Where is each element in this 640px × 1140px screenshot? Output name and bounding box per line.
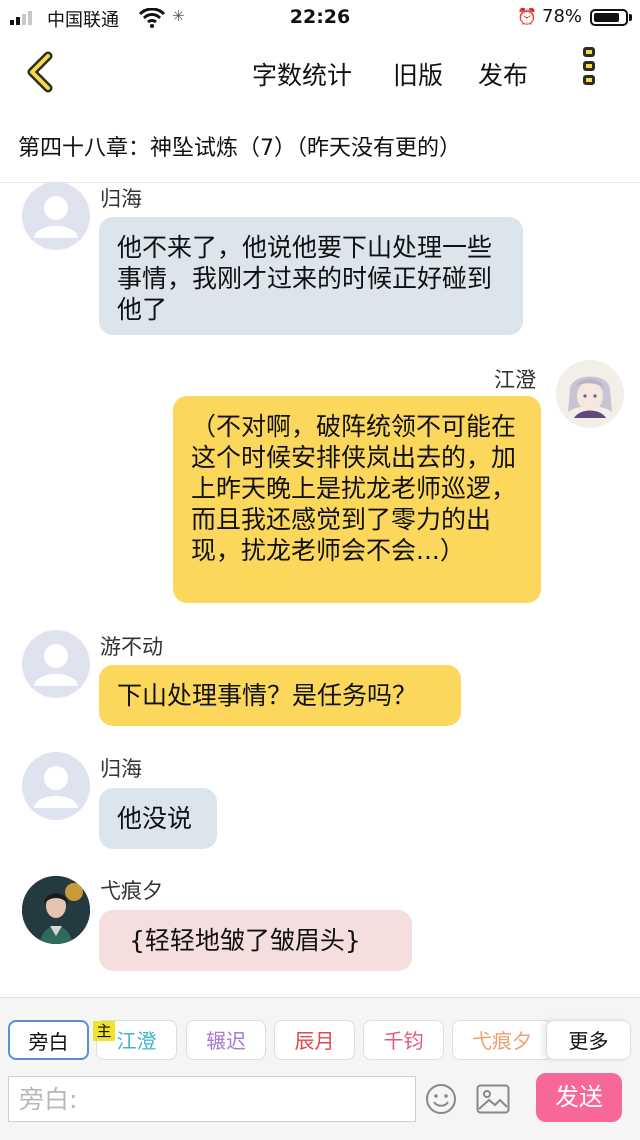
role-label: 旁白 bbox=[28, 1030, 69, 1054]
message-bubble[interactable]: 他没说 bbox=[99, 788, 217, 849]
role-chip[interactable]: 弋痕夕 bbox=[452, 1020, 552, 1060]
character-portrait-icon bbox=[22, 876, 90, 944]
sender-name: 归海 bbox=[100, 757, 142, 781]
publish-button[interactable]: 发布 bbox=[478, 56, 528, 92]
default-user-icon bbox=[34, 644, 78, 686]
sender-name: 归海 bbox=[100, 187, 142, 211]
emoji-icon[interactable] bbox=[425, 1083, 457, 1115]
send-button[interactable]: 发送 bbox=[536, 1073, 622, 1122]
chapter-header: 第四十八章：神坠试炼（7）（昨天没有更的） bbox=[0, 108, 640, 183]
message-bubble[interactable]: 他不来了，他说他要下山处理一些事情，我刚才过来的时候正好碰到他了 bbox=[99, 217, 523, 335]
battery-percent: 78% bbox=[542, 6, 583, 27]
top-nav-bar: 字数统计 旧版 发布 bbox=[0, 36, 640, 108]
message-bubble[interactable]: 下山处理事情？是任务吗？ bbox=[99, 665, 461, 726]
role-label: 千钧 bbox=[383, 1029, 424, 1053]
role-chip[interactable]: 辰月 bbox=[274, 1020, 355, 1060]
character-portrait-icon bbox=[568, 376, 612, 418]
role-label: 辰月 bbox=[294, 1029, 335, 1053]
alarm-icon: ⏰ bbox=[517, 7, 537, 26]
role-chip-narration[interactable]: 旁白 bbox=[8, 1020, 89, 1060]
role-label: 江澄 bbox=[116, 1029, 157, 1053]
main-role-badge: 主 bbox=[93, 1021, 115, 1041]
image-icon[interactable] bbox=[476, 1084, 510, 1114]
avatar[interactable] bbox=[22, 752, 90, 820]
default-user-icon bbox=[34, 766, 78, 808]
message-bubble[interactable]: （不对啊，破阵统领不可能在这个时候安排侠岚出去的，加上昨天晚上是扰龙老师巡逻，而… bbox=[173, 396, 541, 603]
role-chip[interactable]: 千钧 bbox=[363, 1020, 444, 1060]
word-count-button[interactable]: 字数统计 bbox=[252, 56, 352, 92]
role-chip[interactable]: 辗迟 bbox=[186, 1020, 266, 1060]
avatar[interactable] bbox=[22, 182, 90, 250]
sender-name: 游不动 bbox=[100, 635, 163, 659]
more-menu-icon[interactable] bbox=[578, 47, 600, 99]
sender-name: 弋痕夕 bbox=[100, 879, 163, 903]
avatar[interactable] bbox=[22, 630, 90, 698]
avatar[interactable] bbox=[22, 876, 90, 944]
role-label: 弋痕夕 bbox=[472, 1029, 532, 1053]
chapter-title: 第四十八章：神坠试炼（7）（昨天没有更的） bbox=[18, 136, 461, 161]
message-input[interactable] bbox=[8, 1076, 416, 1122]
more-roles-button[interactable]: 更多 bbox=[546, 1020, 631, 1060]
old-version-button[interactable]: 旧版 bbox=[393, 56, 443, 92]
back-arrow-icon[interactable] bbox=[20, 50, 64, 94]
composer-panel: 旁白 江澄 主 辗迟 辰月 千钧 弋痕夕 更多 发送 bbox=[0, 997, 640, 1140]
battery-tip bbox=[629, 14, 632, 21]
default-user-icon bbox=[34, 196, 78, 238]
sender-name: 江澄 bbox=[494, 368, 536, 392]
role-label: 辗迟 bbox=[206, 1029, 246, 1053]
status-bar: 中国联通 ✳ 22:26 ⏰ 78% bbox=[0, 0, 640, 36]
battery-icon bbox=[590, 9, 628, 26]
avatar[interactable] bbox=[556, 360, 624, 428]
message-bubble[interactable]: {轻轻地皱了皱眉头} bbox=[99, 910, 412, 971]
